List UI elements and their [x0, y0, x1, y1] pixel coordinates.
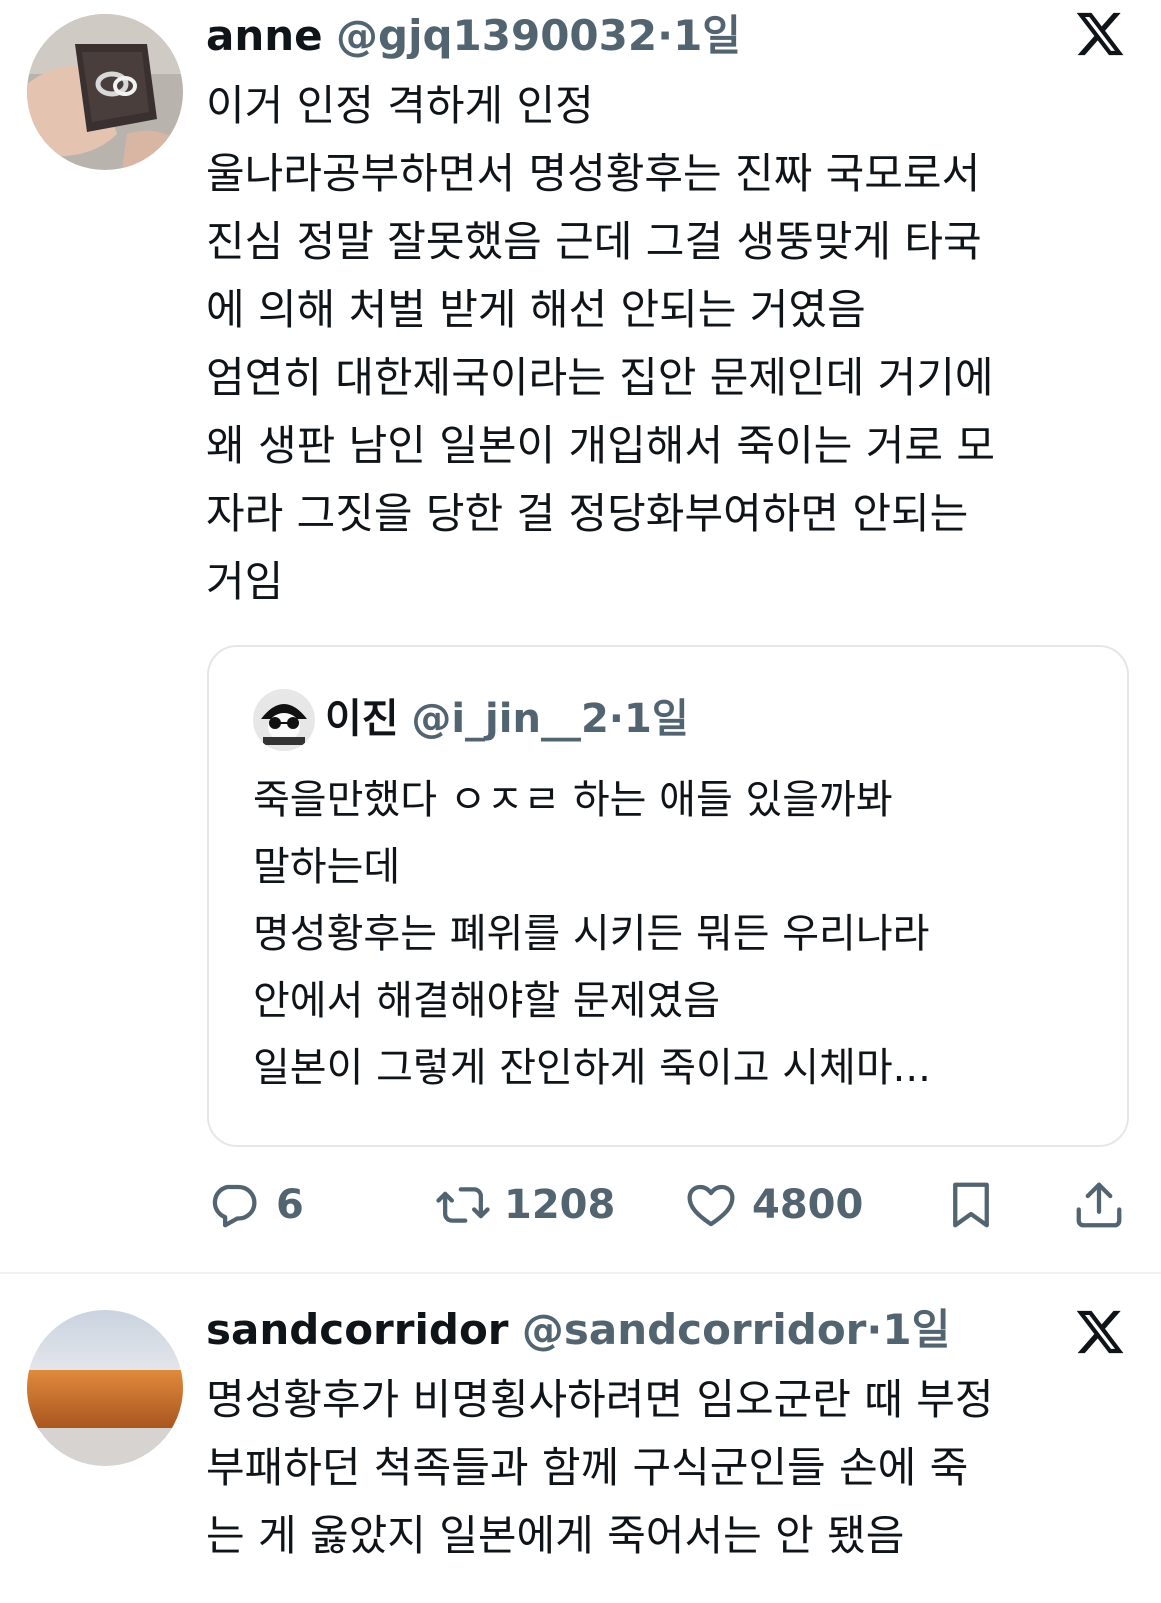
- quote-header: 이진 @i_jin__2·1일: [325, 691, 689, 747]
- retweet-icon: [434, 1178, 492, 1232]
- avatar[interactable]: [27, 14, 183, 170]
- like-count: 4800: [752, 1182, 864, 1228]
- bookmark-icon: [944, 1178, 998, 1232]
- share-icon: [1072, 1178, 1126, 1232]
- separator: ·: [657, 11, 674, 60]
- reply-button[interactable]: 6: [206, 1178, 304, 1232]
- timestamp[interactable]: 1일: [882, 1305, 950, 1354]
- quote-tweet[interactable]: 이진 @i_jin__2·1일 죽을만했다 ㅇㅈㄹ 하는 애들 있을까봐 말하는…: [207, 645, 1129, 1147]
- reply-icon: [206, 1178, 260, 1232]
- like-button[interactable]: 4800: [684, 1178, 863, 1232]
- tweet-header: anne @gjq1390032·1일: [206, 8, 741, 64]
- display-name[interactable]: sandcorridor: [206, 1305, 509, 1354]
- tweet-sandcorridor[interactable]: sandcorridor @sandcorridor·1일 명성황후가 비명횡사…: [0, 1274, 1161, 1603]
- tweet-anne[interactable]: anne @gjq1390032·1일 이거 인정 격하게 인정 울나라공부하면…: [0, 0, 1161, 1270]
- reply-count: 6: [276, 1182, 304, 1228]
- retweet-count: 1208: [504, 1182, 616, 1228]
- retweet-button[interactable]: 1208: [434, 1178, 615, 1232]
- quote-avatar[interactable]: [253, 689, 315, 751]
- heart-icon: [684, 1178, 738, 1232]
- separator: ·: [866, 1305, 883, 1354]
- share-button[interactable]: [1072, 1178, 1126, 1232]
- handle[interactable]: @gjq1390032: [336, 11, 657, 60]
- display-name[interactable]: anne: [206, 11, 323, 60]
- quote-timestamp[interactable]: 1일: [624, 696, 689, 742]
- quote-separator: ·: [608, 696, 624, 742]
- timestamp[interactable]: 1일: [673, 11, 741, 60]
- handle[interactable]: @sandcorridor: [522, 1305, 867, 1354]
- action-bar: 6 1208 4800: [206, 1170, 1126, 1240]
- tweet-text: 이거 인정 격하게 인정 울나라공부하면서 명성황후는 진짜 국모로서 진심 정…: [206, 81, 995, 606]
- avatar[interactable]: [27, 1310, 183, 1466]
- quote-text: 죽을만했다 ㅇㅈㄹ 하는 애들 있을까봐 말하는데 명성황후는 폐위를 시키든 …: [253, 777, 931, 1091]
- x-logo-icon[interactable]: [1074, 1306, 1126, 1358]
- x-logo-icon[interactable]: [1074, 8, 1126, 60]
- bookmark-button[interactable]: [944, 1178, 998, 1232]
- tweet-text: 명성황후가 비명횡사하려면 임오군란 때 부정 부패하던 척족들과 함께 구식군…: [206, 1375, 994, 1560]
- quote-display-name[interactable]: 이진: [325, 696, 399, 742]
- quote-handle[interactable]: @i_jin__2: [411, 696, 608, 742]
- tweet-header: sandcorridor @sandcorridor·1일: [206, 1302, 950, 1358]
